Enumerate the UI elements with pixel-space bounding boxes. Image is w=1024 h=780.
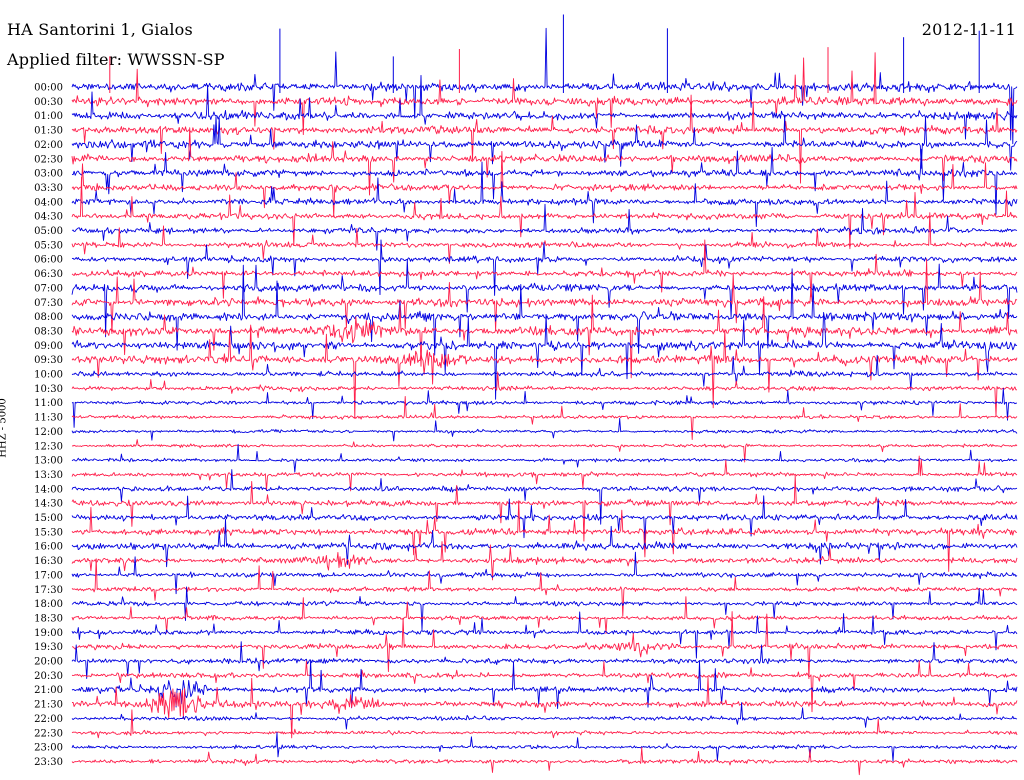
seismic-trace-1900 bbox=[71, 611, 1018, 659]
row-time-label: 07:30 bbox=[34, 298, 63, 309]
row-time-label: 03:00 bbox=[34, 169, 63, 180]
row-time-label: 14:00 bbox=[34, 484, 63, 495]
row-time-label: 01:00 bbox=[34, 111, 63, 122]
seismic-trace-2300 bbox=[71, 731, 1018, 762]
seismic-trace-1030 bbox=[71, 371, 1017, 417]
seismic-trace-2330 bbox=[71, 746, 1018, 776]
row-time-label: 04:00 bbox=[34, 197, 63, 208]
seismic-trace-1100 bbox=[71, 387, 1018, 428]
row-time-label: 21:30 bbox=[34, 700, 63, 711]
row-time-label: 22:30 bbox=[34, 728, 63, 739]
row-time-label: 16:30 bbox=[34, 556, 63, 567]
row-time-label: 20:30 bbox=[34, 671, 63, 682]
row-time-label: 07:00 bbox=[34, 283, 63, 294]
row-time-label: 05:00 bbox=[34, 226, 63, 237]
seismic-trace-0230 bbox=[71, 127, 1018, 196]
seismogram-plot: 00:00 00:30 01:00 01:30 02:00 02:30 03:00 03:30… bbox=[34, 14, 1018, 776]
row-time-label: 06:30 bbox=[34, 269, 63, 280]
row-time-label: 09:00 bbox=[34, 341, 63, 352]
row-time-label: 06:00 bbox=[34, 255, 63, 266]
seismic-trace-0900 bbox=[71, 312, 1018, 400]
seismic-trace-0200 bbox=[71, 114, 1018, 171]
row-time-label: 03:30 bbox=[34, 183, 63, 194]
row-time-label: 18:00 bbox=[34, 599, 63, 610]
seismic-trace-0830 bbox=[71, 294, 1018, 379]
seismic-trace-1300 bbox=[71, 443, 1018, 473]
seismic-trace-1800 bbox=[71, 586, 1018, 631]
row-time-label: 05:30 bbox=[34, 240, 63, 251]
row-time-label: 22:00 bbox=[34, 714, 63, 725]
row-time-label: 04:30 bbox=[34, 212, 63, 223]
row-time-label: 23:30 bbox=[34, 757, 63, 768]
row-time-label: 11:00 bbox=[34, 398, 63, 409]
row-time-label: 15:00 bbox=[34, 513, 63, 524]
seismic-trace-1700 bbox=[71, 551, 1018, 595]
row-time-label: 23:00 bbox=[34, 743, 63, 754]
seismic-trace-1400 bbox=[71, 469, 1018, 525]
row-time-label: 00:30 bbox=[34, 97, 63, 108]
row-time-label: 11:30 bbox=[34, 413, 63, 424]
row-time-label: 00:00 bbox=[34, 83, 63, 94]
helicorder-chart: HA Santorini 1, Gialos Applied filter: W… bbox=[0, 0, 1024, 780]
row-time-label: 19:30 bbox=[34, 642, 63, 653]
row-time-label: 14:30 bbox=[34, 499, 63, 510]
row-time-label: 19:00 bbox=[34, 628, 63, 639]
row-time-label: 09:30 bbox=[34, 355, 63, 366]
seismic-trace-1330 bbox=[71, 455, 1018, 492]
row-time-label: 10:00 bbox=[34, 370, 63, 381]
row-time-label: 18:30 bbox=[34, 613, 63, 624]
row-time-label: 21:00 bbox=[34, 685, 63, 696]
row-time-label: 01:30 bbox=[34, 126, 63, 137]
row-time-label: 13:00 bbox=[34, 456, 63, 467]
row-time-label: 17:30 bbox=[34, 585, 63, 596]
row-time-label: 12:00 bbox=[34, 427, 63, 438]
seismic-trace-2230 bbox=[71, 709, 1018, 739]
row-time-label: 17:00 bbox=[34, 570, 63, 581]
seismic-trace-0030 bbox=[71, 52, 1018, 136]
row-time-label: 16:00 bbox=[34, 542, 63, 553]
row-time-label: 20:00 bbox=[34, 657, 63, 668]
row-time-label: 02:00 bbox=[34, 140, 63, 151]
row-time-label: 02:30 bbox=[34, 154, 63, 165]
row-time-label: 15:30 bbox=[34, 527, 63, 538]
seismic-trace-2130 bbox=[71, 676, 1018, 739]
seismic-trace-1730 bbox=[71, 558, 1018, 617]
row-time-label: 13:30 bbox=[34, 470, 63, 481]
seismic-trace-1930 bbox=[71, 611, 1018, 680]
row-time-label: 10:30 bbox=[34, 384, 63, 395]
seismic-trace-0930 bbox=[71, 324, 1018, 419]
row-time-label: 12:30 bbox=[34, 441, 63, 452]
row-time-label: 08:00 bbox=[34, 312, 63, 323]
row-time-label: 08:30 bbox=[34, 326, 63, 337]
seismic-trace-1200 bbox=[71, 418, 1018, 442]
